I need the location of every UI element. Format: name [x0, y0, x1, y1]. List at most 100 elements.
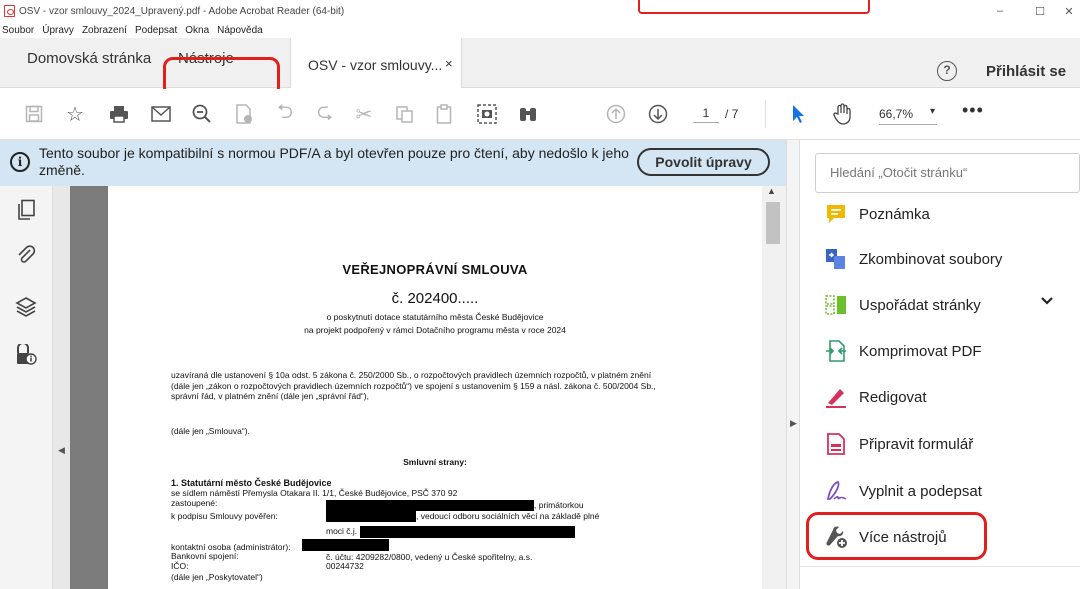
zoom-out-icon[interactable]	[190, 102, 214, 126]
contract-number: č. 202400.....	[391, 290, 479, 307]
tab-document-label: OSV - vzor smlouvy...	[308, 57, 443, 73]
menu-podepsat[interactable]: Podepsat	[135, 25, 177, 36]
contract-alias: (dále jen „Smlouva“).	[171, 426, 250, 436]
redo-icon[interactable]: ⮎	[313, 101, 337, 126]
tool-prepare-form[interactable]: Připravit formulář	[823, 429, 973, 459]
acrobat-pdf-icon	[4, 5, 15, 17]
tool-label: Uspořádat stránky	[859, 296, 981, 314]
redaction-box	[326, 511, 416, 522]
collapse-left-arrow-icon[interactable]: ◀	[58, 445, 65, 456]
tool-comment[interactable]: Poznámka	[823, 199, 930, 229]
undo-icon[interactable]: ⮌	[273, 101, 297, 126]
copy-icon[interactable]	[392, 102, 416, 126]
scrollbar-thumb[interactable]	[766, 202, 780, 244]
scroll-up-arrow-icon[interactable]: ▲	[767, 186, 776, 196]
ico-label: IČO:	[171, 561, 189, 571]
mail-icon[interactable]	[149, 102, 173, 126]
tool-label: Vyplnit a podepsat	[859, 482, 982, 500]
tool-fill-sign[interactable]: Vyplnit a podepsat	[823, 476, 982, 506]
page-thumbnails-icon[interactable]	[14, 199, 38, 223]
tab-home[interactable]: Domovská stránka	[27, 50, 151, 67]
fill-sign-icon	[823, 478, 849, 504]
tab-document[interactable]: OSV - vzor smlouvy... ×	[290, 38, 462, 88]
contract-title: VEŘEJNOPRÁVNÍ SMLOUVA	[342, 262, 528, 277]
vertical-scrollbar[interactable]	[762, 186, 786, 589]
menu-napoveda[interactable]: Nápověda	[217, 25, 263, 36]
cut-icon[interactable]: ✂	[352, 102, 376, 126]
tool-label: Zkombinovat soubory	[859, 250, 1003, 268]
pdf-page: VEŘEJNOPRÁVNÍ SMLOUVA č. 202400..... o p…	[108, 186, 762, 589]
zoom-value: 66,7%	[879, 107, 914, 121]
authorized-label: k podpisu Smlouvy pověřen:	[171, 511, 278, 521]
mayor-text: , primátorkou	[534, 500, 584, 510]
ico-value: 00244732	[326, 561, 364, 571]
close-tab-icon[interactable]: ×	[445, 56, 453, 71]
tools-pane-toggle[interactable]: ▶	[786, 140, 800, 589]
contract-subtitle-2: na projekt podpořený v rámci Dotačního p…	[304, 325, 566, 335]
page-total: / 7	[725, 107, 739, 121]
enable-editing-button[interactable]: Povolit úpravy	[637, 148, 770, 176]
pdfa-message: Tento soubor je kompatibilní s normou PD…	[39, 145, 629, 178]
help-icon[interactable]: ?	[937, 61, 957, 81]
info-icon: i	[10, 152, 30, 172]
redaction-box	[326, 500, 534, 511]
tool-label: Redigovat	[859, 388, 927, 406]
tools-search-input[interactable]: Hledání „Otočit stránku“	[815, 153, 1080, 193]
document-security-icon[interactable]	[14, 342, 38, 368]
find-icon[interactable]	[516, 102, 540, 126]
party-1-seat: se sídlem náměstí Přemysla Otakara II. 1…	[171, 488, 458, 498]
certify-icon[interactable]	[232, 102, 256, 126]
maximize-button[interactable]: ☐	[1024, 0, 1056, 22]
menu-soubor[interactable]: Soubor	[2, 25, 34, 36]
tool-label: Připravit formulář	[859, 435, 974, 453]
menu-upravy[interactable]: Úpravy	[42, 25, 74, 36]
star-icon[interactable]: ☆	[63, 102, 87, 126]
select-arrow-icon[interactable]	[786, 102, 810, 126]
parties-heading: Smluvní strany:	[403, 457, 467, 467]
tool-redact[interactable]: Redigovat	[823, 382, 927, 412]
redaction-box	[302, 539, 389, 551]
page-up-icon[interactable]	[604, 102, 628, 126]
close-window-button[interactable]: ✕	[1058, 0, 1080, 22]
chevron-down-icon[interactable]	[1040, 293, 1054, 309]
menu-okna[interactable]: Okna	[185, 25, 209, 36]
paste-icon[interactable]	[432, 102, 456, 126]
save-icon[interactable]	[22, 102, 46, 126]
head-office-text: , vedoucí odboru sociálních věcí na zákl…	[416, 511, 600, 521]
annotation-highlight-top	[638, 0, 870, 14]
snapshot-icon[interactable]	[475, 102, 499, 126]
signin-button[interactable]: Přihlásit se	[986, 63, 1066, 80]
bank-label: Bankovní spojení:	[171, 551, 239, 561]
title-bar: OSV - vzor smlouvy_2024_Upravený.pdf - A…	[0, 0, 1080, 22]
represented-label: zastoupené:	[171, 498, 218, 508]
minimize-button[interactable]: –	[984, 0, 1016, 22]
expand-right-arrow-icon: ▶	[790, 418, 797, 428]
attachments-icon[interactable]	[14, 244, 38, 268]
tool-organize-pages[interactable]: Uspořádat stránky	[823, 290, 981, 320]
zoom-select[interactable]: 66,7% ▾	[879, 106, 937, 125]
compress-pdf-icon	[823, 338, 849, 364]
menu-zobrazeni[interactable]: Zobrazení	[82, 25, 127, 36]
combine-files-icon	[823, 246, 849, 272]
contract-intro-paragraph: uzavíraná dle ustanovení § 10a odst. 5 z…	[171, 370, 656, 401]
panel-divider	[800, 566, 1080, 567]
page-down-icon[interactable]	[646, 102, 670, 126]
tool-combine-files[interactable]: Zkombinovat soubory	[823, 244, 1002, 274]
print-icon[interactable]	[107, 102, 131, 126]
menu-bar: Soubor Úpravy Zobrazení Podepsat Okna Ná…	[0, 22, 1080, 38]
tool-label: Poznámka	[859, 205, 930, 223]
comment-icon	[823, 201, 849, 227]
redaction-box	[360, 526, 575, 538]
tool-compress-pdf[interactable]: Komprimovat PDF	[823, 336, 982, 366]
more-options-button[interactable]: •••	[962, 100, 984, 121]
tab-bar: Domovská stránka Nástroje OSV - vzor sml…	[0, 38, 1080, 88]
contract-subtitle-1: o poskytnutí dotace statutárního města Č…	[326, 312, 544, 322]
party-1-title: 1. Statutární město České Budějovice	[171, 478, 332, 488]
hand-icon[interactable]	[830, 102, 854, 126]
page-number-input[interactable]: 1	[693, 103, 719, 123]
organize-pages-icon	[823, 292, 849, 318]
provider-alias: (dále jen „Poskytovatel“)	[171, 572, 263, 582]
annotation-highlight-more-tools	[806, 512, 987, 560]
layers-icon[interactable]	[14, 296, 38, 320]
tool-label: Komprimovat PDF	[859, 342, 982, 360]
